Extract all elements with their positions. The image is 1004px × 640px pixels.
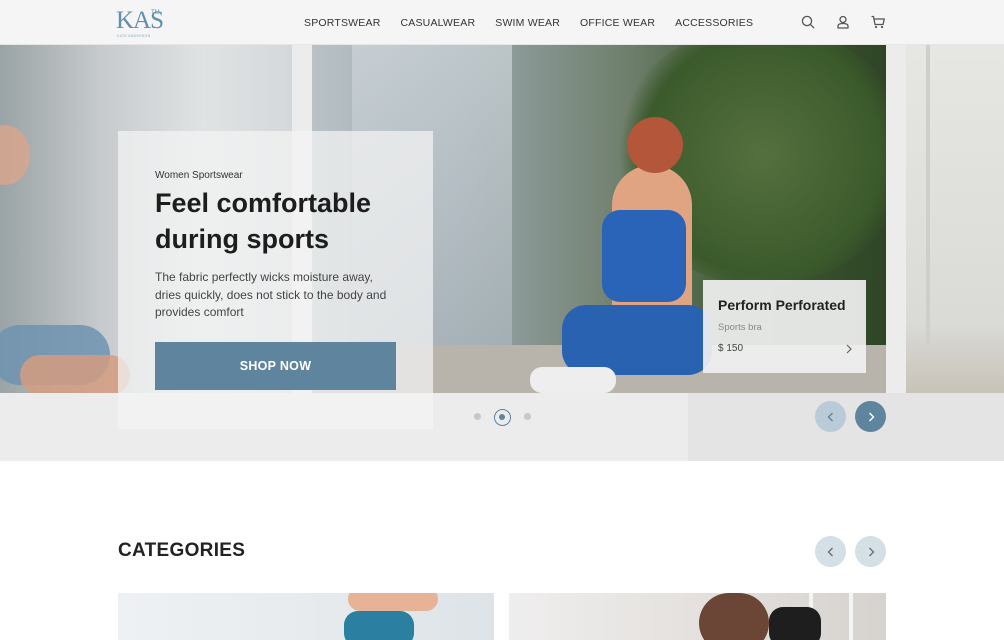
user-icon[interactable] <box>835 14 851 30</box>
carousel-dot-2-active[interactable] <box>494 409 511 426</box>
carousel-dot-3[interactable] <box>524 413 531 420</box>
logo-subtitle: KATE ANDERSON <box>117 34 151 38</box>
nav-item-office-wear[interactable]: OFFICE WEAR <box>580 17 655 29</box>
chevron-right-icon[interactable] <box>843 342 855 354</box>
chevron-left-icon <box>827 547 833 556</box>
hero-description: The fabric perfectly wicks moisture away… <box>155 270 387 319</box>
product-type: Sports bra <box>718 322 762 333</box>
logo-trademark: TM <box>151 10 160 16</box>
cart-icon[interactable] <box>870 14 886 30</box>
chevron-left-icon <box>827 412 833 421</box>
site-header: KAS TM KATE ANDERSON SPORTSWEAR CASUALWE… <box>0 0 1004 45</box>
shop-now-button[interactable]: SHOP NOW <box>155 342 396 390</box>
nav-item-casualwear[interactable]: CASUALWEAR <box>400 17 475 29</box>
product-price: $ 150 <box>718 343 744 354</box>
search-icon[interactable] <box>800 14 816 30</box>
nav-item-sportswear[interactable]: SPORTSWEAR <box>304 17 380 29</box>
main-nav: SPORTSWEAR CASUALWEAR SWIM WEAR OFFICE W… <box>304 0 773 45</box>
nav-item-accessories[interactable]: ACCESSORIES <box>675 17 753 29</box>
hero-next-button[interactable] <box>855 401 886 432</box>
hero-eyebrow: Women Sportswear <box>155 170 243 181</box>
product-name: Perform Perforated <box>718 297 846 313</box>
hero-promo-card: Women Sportswear Feel comfortable during… <box>118 131 433 429</box>
chevron-right-icon <box>868 412 874 421</box>
category-card-2[interactable] <box>509 593 886 640</box>
brand-logo[interactable]: KAS TM KATE ANDERSON <box>116 7 164 39</box>
categories-prev-button[interactable] <box>815 536 846 567</box>
categories-title: CATEGORIES <box>118 540 246 561</box>
category-card-1[interactable] <box>118 593 494 640</box>
categories-next-button[interactable] <box>855 536 886 567</box>
chevron-right-icon <box>868 547 874 556</box>
carousel-dot-1[interactable] <box>474 413 481 420</box>
featured-product-card[interactable]: Perform Perforated Sports bra $ 150 <box>703 280 866 373</box>
hero-slide-next-image <box>906 45 1004 393</box>
nav-item-swim-wear[interactable]: SWIM WEAR <box>495 17 560 29</box>
hero-title: Feel comfortable during sports <box>155 188 372 254</box>
hero-prev-button[interactable] <box>815 401 846 432</box>
hero-carousel: Women Sportswear Feel comfortable during… <box>0 45 1004 461</box>
hero-controls-area <box>688 393 1004 461</box>
